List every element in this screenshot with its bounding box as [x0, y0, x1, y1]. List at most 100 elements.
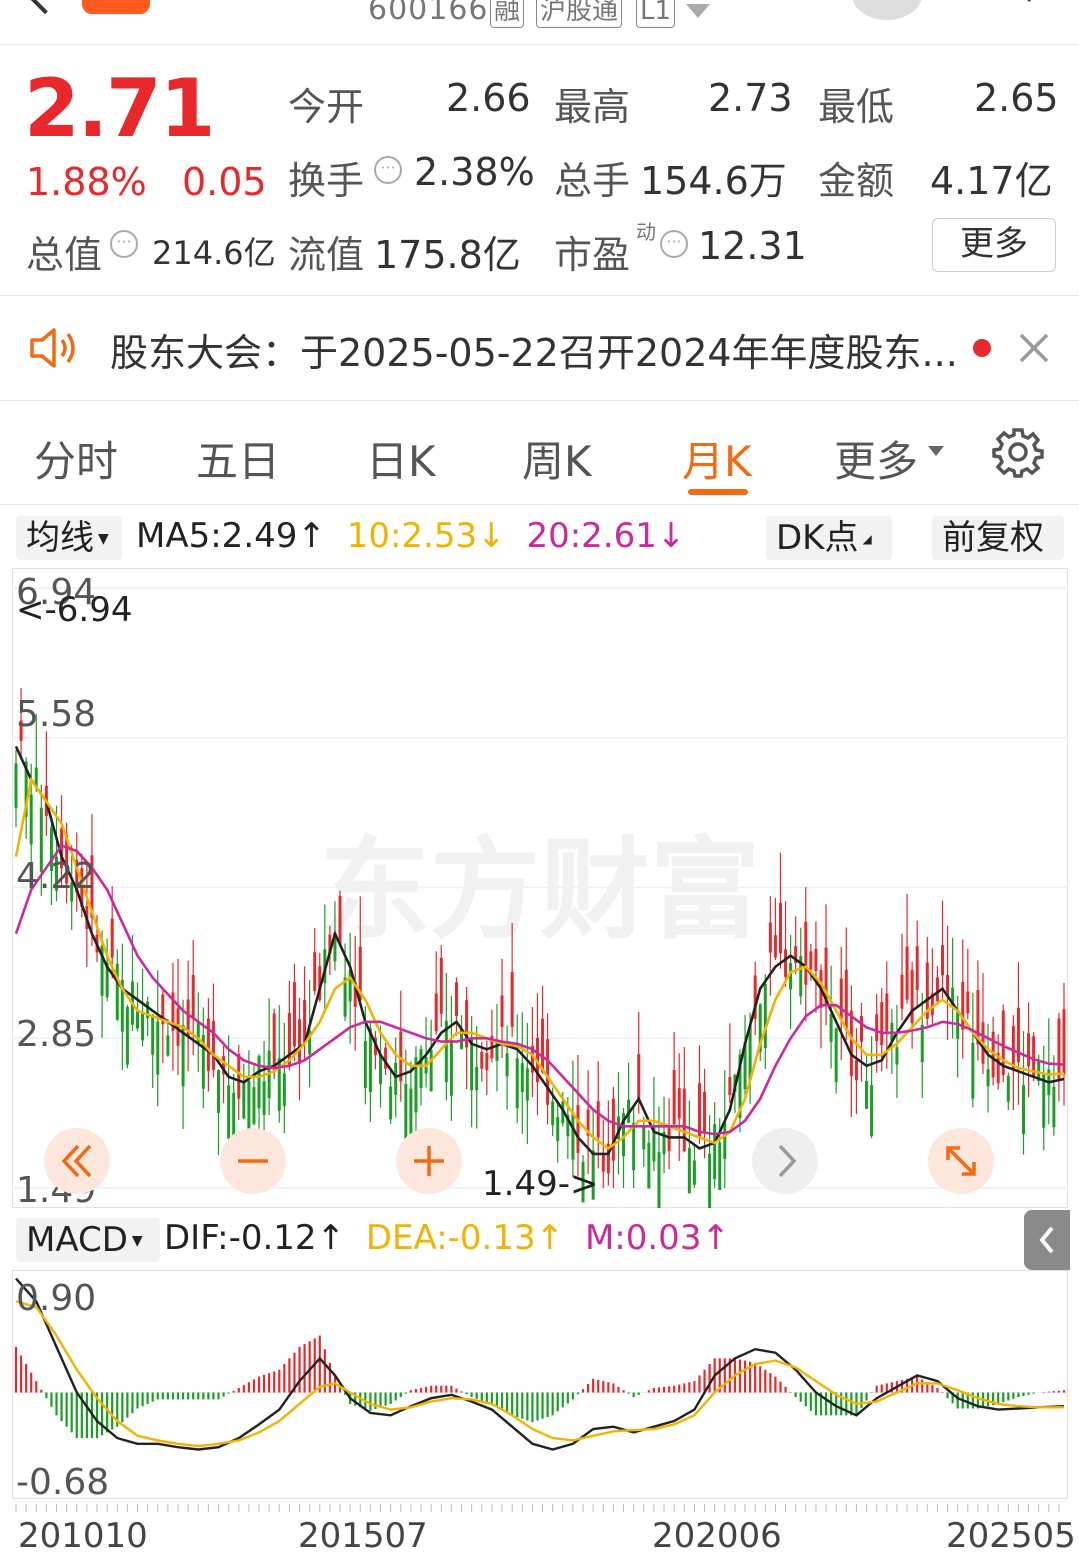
gear-icon[interactable] — [992, 426, 1044, 478]
amount-label: 金额 — [818, 159, 895, 203]
info-icon[interactable]: ··· — [660, 230, 688, 258]
zoom-in-button[interactable] — [396, 1128, 462, 1194]
down-arrow-icon: ↓ — [656, 516, 686, 556]
info-icon[interactable]: ··· — [110, 230, 138, 258]
candle — [237, 1054, 241, 1099]
candle — [110, 918, 114, 958]
dk-point-label: DK点 — [776, 518, 859, 558]
avatar[interactable] — [852, 0, 922, 20]
corner-triangle-icon: ◢ — [862, 532, 872, 546]
candle — [115, 963, 119, 1020]
candle — [657, 1152, 661, 1208]
candle — [156, 1021, 160, 1075]
candle — [363, 1041, 367, 1089]
close-icon[interactable] — [1018, 332, 1050, 364]
dropdown-triangle-icon[interactable] — [686, 4, 710, 20]
candle — [677, 1088, 681, 1119]
chevron-left-icon — [1039, 1226, 1054, 1254]
low-value: 2.65 — [974, 76, 1059, 120]
candle — [809, 951, 813, 970]
candle — [697, 1083, 701, 1138]
candle — [849, 1010, 853, 1077]
open-label: 今开 — [288, 85, 365, 129]
x-date-label: 201010 — [18, 1516, 148, 1556]
candle — [125, 1006, 129, 1065]
pe-superscript: 动 — [636, 220, 656, 244]
low-label: 最低 — [818, 85, 895, 129]
candle — [814, 948, 818, 971]
dk-point-selector[interactable]: DK点 ◢ — [766, 516, 892, 560]
tab-five-day[interactable]: 五日 — [196, 428, 280, 489]
candle — [885, 993, 889, 1032]
tab-weekly-k[interactable]: 周K — [522, 428, 592, 489]
candle — [637, 1054, 641, 1099]
stock-code: 600166 — [368, 0, 489, 27]
dropdown-triangle-icon[interactable] — [928, 446, 944, 458]
macd-y-tick: -0.68 — [16, 1462, 110, 1503]
macd-chart[interactable] — [12, 1270, 1068, 1510]
min-price-marker: 1.49-> — [482, 1164, 599, 1204]
candle — [784, 949, 788, 977]
zoom-out-button[interactable] — [220, 1128, 286, 1194]
search-icon[interactable] — [985, 0, 1035, 10]
candle — [834, 1028, 838, 1083]
notice-text[interactable]: 股东大会：于2025-05-22召开2024年年度股东... — [110, 322, 958, 377]
candle — [804, 921, 808, 985]
x-date-label: 201507 — [298, 1516, 428, 1556]
candle — [485, 1053, 489, 1071]
candle — [687, 1148, 691, 1194]
pe-label: 市盈 — [554, 233, 631, 277]
info-icon[interactable]: ··· — [374, 156, 402, 184]
macd-selector[interactable]: MACD ▼ — [16, 1218, 160, 1262]
tab-monthly-k[interactable]: 月K — [682, 428, 752, 489]
up-arrow-icon: ↑ — [701, 1218, 730, 1258]
turnover-value: 2.38% — [414, 150, 535, 194]
candle — [870, 1085, 874, 1137]
candle — [728, 1076, 732, 1096]
level-tag: L1 — [636, 0, 676, 28]
candle — [505, 1053, 509, 1077]
margin-tag: 融 — [490, 0, 525, 28]
candle — [151, 1014, 155, 1055]
more-button[interactable]: 更多 — [932, 218, 1056, 272]
up-arrow-icon: ↑ — [297, 516, 326, 556]
candle — [632, 1122, 636, 1171]
candle — [520, 1063, 524, 1092]
y-tick-label: 5.58 — [16, 694, 97, 735]
candle — [875, 1014, 879, 1042]
tab-daily-k[interactable]: 日K — [366, 428, 436, 489]
dif-value: DIF:-0.12 — [164, 1218, 317, 1258]
scroll-left-button[interactable] — [44, 1128, 110, 1194]
candle — [1006, 1075, 1010, 1102]
candle — [1057, 1018, 1061, 1081]
collapse-panel-button[interactable] — [1024, 1210, 1070, 1270]
candle — [910, 969, 914, 1024]
ma5-value: MA5:2.49 — [136, 516, 298, 556]
candle — [191, 975, 195, 1019]
m-value: M:0.03 — [584, 1218, 702, 1258]
fullscreen-button[interactable] — [928, 1128, 994, 1194]
change-amount: 0.05 — [182, 160, 267, 204]
kline-chart[interactable]: 东方财富 — [12, 568, 1068, 1208]
ma-selector[interactable]: 均线 ▼ — [16, 516, 122, 560]
change-percent: 1.88% — [26, 160, 147, 204]
speaker-icon — [30, 328, 75, 368]
candle — [541, 1018, 545, 1073]
candle — [510, 972, 514, 1027]
tab-more[interactable]: 更多 — [834, 428, 918, 489]
back-arrow-icon[interactable] — [23, 0, 67, 15]
tab-intraday[interactable]: 分时 — [34, 428, 118, 489]
adjust-selector[interactable]: 前复权 — [932, 516, 1064, 560]
candle — [338, 895, 342, 946]
ma-selector-label: 均线 — [26, 518, 94, 558]
candle — [257, 1055, 261, 1109]
divider — [0, 295, 1079, 296]
candle — [29, 794, 33, 845]
candle — [429, 1049, 433, 1092]
candle — [1011, 1026, 1015, 1069]
candle — [900, 974, 904, 1009]
candle — [454, 982, 458, 1017]
macd-y-tick: 0.90 — [16, 1278, 97, 1319]
x-date-label: 202505 — [946, 1516, 1076, 1556]
scroll-right-button[interactable] — [752, 1128, 818, 1194]
